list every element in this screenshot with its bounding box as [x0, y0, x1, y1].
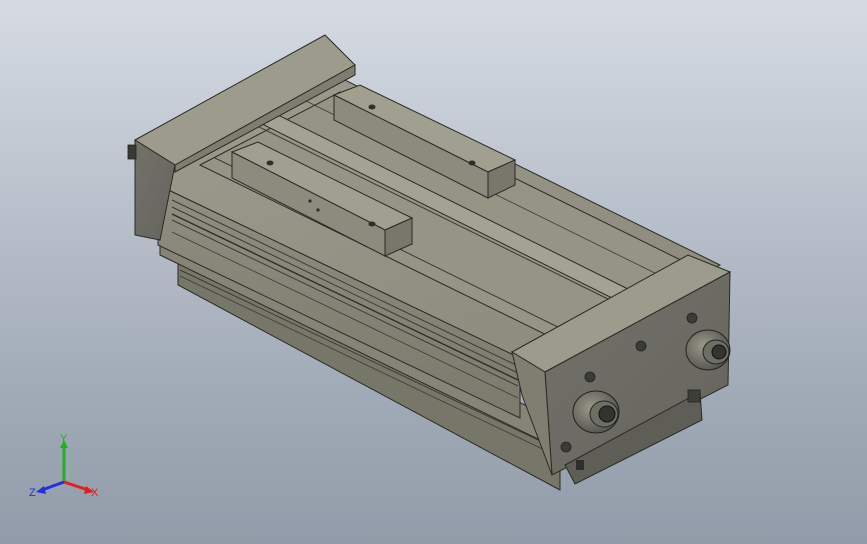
- triad-x-axis: [63, 480, 89, 492]
- air-fitting-lower[interactable]: [572, 390, 620, 434]
- graphics-viewport[interactable]: Y X Z: [0, 0, 867, 544]
- triad-y-label: Y: [60, 433, 68, 445]
- triad-axes: Y X Z: [29, 433, 99, 499]
- triad-x-label: X: [91, 487, 99, 499]
- air-fitting-upper[interactable]: [685, 329, 731, 371]
- pneumatic-slide-cylinder-model[interactable]: [0, 0, 867, 544]
- triad-z-arrow-icon: [36, 486, 46, 494]
- triad-z-label: Z: [29, 487, 36, 499]
- triad-z-axis: [41, 480, 65, 492]
- view-orientation-triad[interactable]: Y X Z: [24, 430, 108, 510]
